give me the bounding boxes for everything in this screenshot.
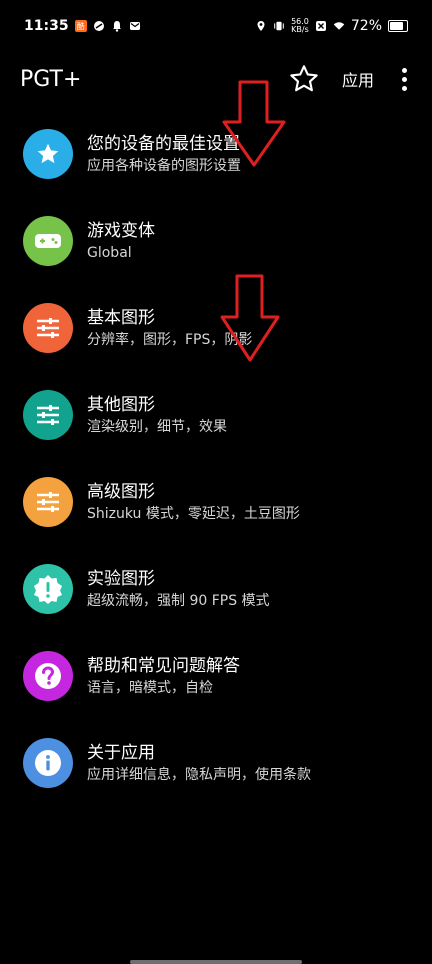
vibrate-icon [273, 20, 285, 32]
menu-item-subtitle: 应用详细信息，隐私声明，使用条款 [87, 766, 311, 783]
status-time: 11:35 [24, 18, 69, 34]
menu-item-text: 其他图形 渲染级别，细节，效果 [87, 393, 227, 437]
menu-item-subtitle: 超级流畅，强制 90 FPS 模式 [87, 592, 270, 609]
menu-item-title: 您的设备的最佳设置 [87, 133, 240, 154]
menu-item-text: 您的设备的最佳设置 应用各种设备的图形设置 [87, 132, 241, 176]
menu-item-subtitle: 分辨率，图形，FPS，阴影 [87, 331, 253, 348]
alert-badge-icon [23, 563, 73, 614]
menu-item-title: 实验图形 [87, 568, 155, 589]
battery-percent: 72% [350, 18, 382, 34]
star-outline-icon [290, 65, 318, 92]
app-notification-icon: 酷 [74, 20, 87, 32]
mail-icon [129, 20, 141, 32]
info-icon [23, 737, 73, 788]
star-icon [23, 128, 73, 179]
menu-item-text: 实验图形 超级流畅，强制 90 FPS 模式 [87, 567, 270, 611]
menu-item-subtitle: 应用各种设备的图形设置 [87, 157, 241, 174]
menu-item-subtitle: Shizuku 模式，零延迟，土豆图形 [87, 505, 300, 522]
sliders-icon [23, 389, 73, 440]
menu-list: 您的设备的最佳设置 应用各种设备的图形设置 游戏变体 Global 基本图形 分… [0, 110, 432, 806]
menu-item-subtitle: 语言，暗模式，自检 [87, 679, 213, 696]
menu-item-text: 游戏变体 Global [87, 219, 155, 263]
apply-button[interactable]: 应用 [342, 67, 374, 91]
menu-item-help-faq[interactable]: 帮助和常见问题解答 语言，暗模式，自检 [0, 632, 432, 719]
menu-item-other-graphics[interactable]: 其他图形 渲染级别，细节，效果 [0, 371, 432, 458]
sliders-icon [23, 476, 73, 527]
menu-item-subtitle: 渲染级别，细节，效果 [87, 418, 227, 435]
network-speed-unit: KB/s [291, 25, 309, 34]
favorite-button[interactable] [284, 59, 324, 99]
status-left: 11:35 酷 [24, 18, 141, 34]
wifi-icon [333, 20, 345, 32]
menu-item-text: 高级图形 Shizuku 模式，零延迟，土豆图形 [87, 480, 300, 524]
battery-icon [388, 20, 408, 32]
menu-item-title: 高级图形 [87, 481, 155, 502]
menu-item-best-settings[interactable]: 您的设备的最佳设置 应用各种设备的图形设置 [0, 110, 432, 197]
menu-item-title: 基本图形 [87, 307, 155, 328]
gamepad-icon [23, 215, 73, 266]
bell-icon [111, 20, 123, 32]
menu-item-title: 帮助和常见问题解答 [87, 655, 240, 676]
menu-item-title: 其他图形 [87, 394, 155, 415]
network-speed: 56.0 KB/s [291, 18, 309, 34]
menu-item-title: 游戏变体 [87, 220, 155, 241]
menu-item-basic-graphics[interactable]: 基本图形 分辨率，图形，FPS，阴影 [0, 284, 432, 371]
menu-item-subtitle: Global [87, 244, 132, 261]
data-off-icon [315, 20, 327, 32]
link-icon [93, 20, 105, 32]
location-icon [255, 20, 267, 32]
menu-item-text: 帮助和常见问题解答 语言，暗模式，自检 [87, 654, 240, 698]
more-options-icon[interactable] [394, 64, 414, 94]
menu-item-title: 关于应用 [87, 742, 155, 763]
app-title: PGT+ [20, 66, 82, 92]
menu-item-about[interactable]: 关于应用 应用详细信息，隐私声明，使用条款 [0, 719, 432, 806]
app-bar: PGT+ 应用 [0, 52, 432, 106]
status-bar: 11:35 酷 56.0 KB/s 72% [0, 0, 432, 52]
question-icon [23, 650, 73, 701]
sliders-icon [23, 302, 73, 353]
menu-item-experimental-graphics[interactable]: 实验图形 超级流畅，强制 90 FPS 模式 [0, 545, 432, 632]
menu-item-text: 基本图形 分辨率，图形，FPS，阴影 [87, 306, 252, 350]
menu-item-text: 关于应用 应用详细信息，隐私声明，使用条款 [87, 741, 311, 785]
menu-item-game-variant[interactable]: 游戏变体 Global [0, 197, 432, 284]
menu-item-advanced-graphics[interactable]: 高级图形 Shizuku 模式，零延迟，土豆图形 [0, 458, 432, 545]
home-indicator[interactable] [130, 960, 302, 964]
status-right: 56.0 KB/s 72% [255, 18, 408, 34]
